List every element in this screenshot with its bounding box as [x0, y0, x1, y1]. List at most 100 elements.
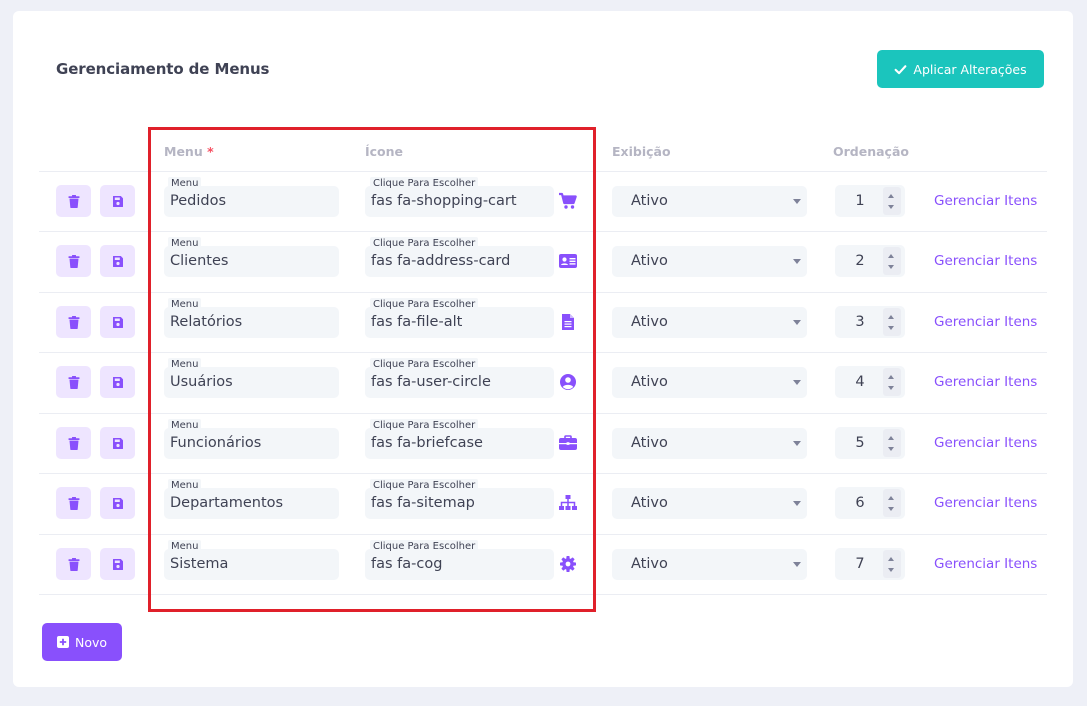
icon-class-field[interactable]: fas fa-sitemap: [365, 488, 554, 519]
menu-field-label: Menu: [168, 479, 202, 492]
table-row: Funcionários Menu fas fa-briefcase Clique P…: [0, 414, 1087, 474]
manage-items-link[interactable]: Gerenciar Itens: [934, 253, 1037, 269]
table-row: Usuários Menu fas fa-user-circle Clique Par…: [0, 353, 1087, 413]
order-stepper[interactable]: 2: [835, 245, 905, 277]
delete-button[interactable]: [56, 548, 91, 580]
header-order: Ordenação: [833, 144, 909, 159]
stepper-arrows[interactable]: [883, 429, 901, 457]
arrow-down-icon[interactable]: [888, 386, 894, 390]
menu-name-field[interactable]: Funcionários: [164, 428, 339, 459]
display-status-select[interactable]: Ativo: [612, 428, 807, 459]
menu-name-field[interactable]: Usuários: [164, 367, 339, 398]
delete-button[interactable]: [56, 306, 91, 338]
display-status-value: Ativo: [631, 556, 668, 572]
delete-button[interactable]: [56, 487, 91, 519]
save-icon: [112, 376, 124, 389]
save-button[interactable]: [100, 306, 135, 338]
apply-changes-label: Aplicar Alterações: [913, 61, 1027, 77]
stepper-arrows[interactable]: [883, 247, 901, 275]
trash-icon: [68, 496, 80, 510]
manage-items-link[interactable]: Gerenciar Itens: [934, 314, 1037, 330]
icon-class-field[interactable]: fas fa-user-circle: [365, 367, 554, 398]
arrow-down-icon[interactable]: [888, 326, 894, 330]
user-circle-icon[interactable]: [557, 371, 579, 393]
table-row: Pedidos Menu fas fa-shopping-cart Clique Pa…: [0, 172, 1087, 232]
stepper-arrows[interactable]: [883, 368, 901, 396]
arrow-up-icon[interactable]: [888, 496, 894, 500]
file-alt-icon[interactable]: [557, 311, 579, 333]
display-status-select[interactable]: Ativo: [612, 246, 807, 277]
new-menu-button[interactable]: Novo: [42, 623, 122, 661]
stepper-arrows[interactable]: [883, 308, 901, 336]
manage-items-link[interactable]: Gerenciar Itens: [934, 374, 1037, 390]
save-button[interactable]: [100, 427, 135, 459]
menu-name-field[interactable]: Departamentos: [164, 488, 339, 519]
manage-items-link[interactable]: Gerenciar Itens: [934, 495, 1037, 511]
icon-class-field[interactable]: fas fa-briefcase: [365, 428, 554, 459]
stepper-arrows[interactable]: [883, 187, 901, 215]
stepper-arrows[interactable]: [883, 489, 901, 517]
order-stepper[interactable]: 7: [835, 548, 905, 580]
icon-class-field[interactable]: fas fa-address-card: [365, 246, 554, 277]
arrow-down-icon[interactable]: [888, 265, 894, 269]
display-status-select[interactable]: Ativo: [612, 488, 807, 519]
order-stepper[interactable]: 4: [835, 366, 905, 398]
icon-field-label: Clique Para Escolher: [370, 358, 479, 371]
order-stepper[interactable]: 1: [835, 185, 905, 217]
arrow-down-icon[interactable]: [888, 447, 894, 451]
manage-items-link[interactable]: Gerenciar Itens: [934, 556, 1037, 572]
icon-class-field[interactable]: fas fa-cog: [365, 549, 554, 580]
sitemap-icon[interactable]: [557, 492, 579, 514]
arrow-up-icon[interactable]: [888, 557, 894, 561]
icon-class-field[interactable]: fas fa-shopping-cart: [365, 186, 554, 217]
manage-items-link[interactable]: Gerenciar Itens: [934, 435, 1037, 451]
arrow-down-icon[interactable]: [888, 507, 894, 511]
order-stepper[interactable]: 3: [835, 306, 905, 338]
order-stepper[interactable]: 5: [835, 427, 905, 459]
display-status-select[interactable]: Ativo: [612, 307, 807, 338]
arrow-up-icon[interactable]: [888, 436, 894, 440]
address-card-icon[interactable]: [557, 250, 579, 272]
display-status-value: Ativo: [631, 193, 668, 209]
menu-name-field[interactable]: Relatórios: [164, 307, 339, 338]
icon-field-label: Clique Para Escolher: [370, 540, 479, 553]
order-stepper[interactable]: 6: [835, 487, 905, 519]
briefcase-icon[interactable]: [557, 432, 579, 454]
menu-name-field[interactable]: Pedidos: [164, 186, 339, 217]
arrow-down-icon[interactable]: [888, 568, 894, 572]
save-icon: [112, 437, 124, 450]
manage-items-link[interactable]: Gerenciar Itens: [934, 193, 1037, 209]
display-status-select[interactable]: Ativo: [612, 186, 807, 217]
arrow-up-icon[interactable]: [888, 315, 894, 319]
arrow-up-icon[interactable]: [888, 194, 894, 198]
delete-button[interactable]: [56, 427, 91, 459]
arrow-up-icon[interactable]: [888, 254, 894, 258]
stepper-arrows[interactable]: [883, 550, 901, 578]
display-status-value: Ativo: [631, 374, 668, 390]
shopping-cart-icon[interactable]: [557, 190, 579, 212]
display-status-value: Ativo: [631, 435, 668, 451]
menu-name-field[interactable]: Clientes: [164, 246, 339, 277]
icon-field-label: Clique Para Escolher: [370, 298, 479, 311]
arrow-down-icon[interactable]: [888, 205, 894, 209]
menu-name-field[interactable]: Sistema: [164, 549, 339, 580]
save-button[interactable]: [100, 366, 135, 398]
save-button[interactable]: [100, 487, 135, 519]
save-button[interactable]: [100, 185, 135, 217]
delete-button[interactable]: [56, 245, 91, 277]
display-status-value: Ativo: [631, 253, 668, 269]
save-icon: [112, 316, 124, 329]
icon-class-field[interactable]: fas fa-file-alt: [365, 307, 554, 338]
save-button[interactable]: [100, 245, 135, 277]
plus-square-icon: [56, 636, 69, 648]
delete-button[interactable]: [56, 366, 91, 398]
order-value: 4: [855, 374, 865, 390]
chevron-down-icon: [793, 562, 801, 567]
delete-button[interactable]: [56, 185, 91, 217]
display-status-select[interactable]: Ativo: [612, 549, 807, 580]
cog-icon[interactable]: [557, 553, 579, 575]
apply-changes-button[interactable]: Aplicar Alterações: [877, 50, 1044, 88]
arrow-up-icon[interactable]: [888, 375, 894, 379]
display-status-select[interactable]: Ativo: [612, 367, 807, 398]
save-button[interactable]: [100, 548, 135, 580]
